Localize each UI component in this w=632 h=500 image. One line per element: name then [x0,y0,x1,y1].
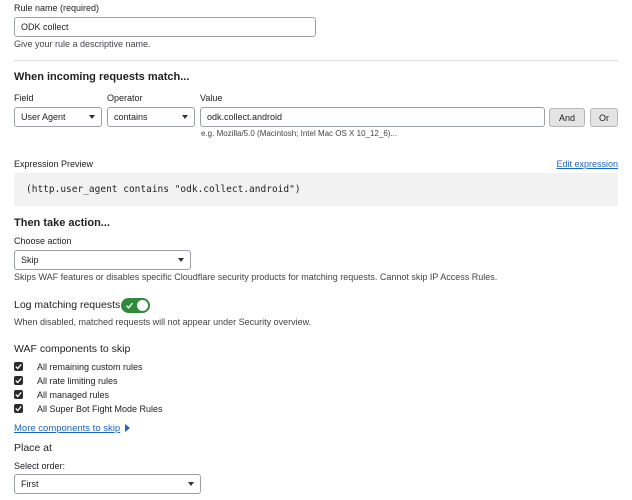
field-label: Field [14,93,34,103]
toggle-knob [137,300,148,311]
check-icon [15,391,22,398]
expression-preview-label: Expression Preview [14,159,94,169]
operator-label: Operator [107,93,143,103]
action-heading: Then take action... [14,217,110,229]
place-at-heading: Place at [14,442,52,454]
checkbox-bot-fight-label: All Super Bot Fight Mode Rules [37,404,163,414]
match-heading: When incoming requests match... [14,71,190,83]
rule-name-help: Give your rule a descriptive name. [14,39,151,49]
edit-expression-link[interactable]: Edit expression [556,159,618,169]
log-matching-label: Log matching requests [14,299,121,311]
chevron-down-icon [182,115,188,119]
rule-name-label: Rule name (required) [14,3,100,13]
or-button[interactable]: Or [590,108,618,127]
value-input[interactable]: odk.collect.android [200,107,545,127]
check-icon [126,302,134,309]
checkbox-custom-rules-label: All remaining custom rules [37,362,143,372]
check-icon [15,377,22,384]
order-select-value: First [21,479,39,489]
checkbox-managed-rules[interactable] [14,390,23,399]
operator-select-value: contains [114,112,148,122]
order-select[interactable]: First [14,474,201,494]
more-components-label: More components to skip [14,423,121,434]
action-select-value: Skip [21,255,39,265]
checkbox-bot-fight[interactable] [14,404,23,413]
check-icon [15,405,22,412]
select-order-label: Select order: [14,461,66,471]
check-icon [15,363,22,370]
expression-preview-box: (http.user_agent contains "odk.collect.a… [14,173,618,206]
more-components-link[interactable]: More components to skip [14,423,130,434]
action-select[interactable]: Skip [14,250,191,270]
rule-name-value: ODK collect [21,22,69,32]
checkbox-rate-limiting-label: All rate limiting rules [37,376,118,386]
checkbox-managed-rules-label: All managed rules [37,390,110,400]
log-matching-help: When disabled, matched requests will not… [14,317,312,327]
section-divider [14,60,618,61]
checkbox-custom-rules[interactable] [14,362,23,371]
expression-code: (http.user_agent contains "odk.collect.a… [26,184,301,195]
value-label: Value [200,93,223,103]
chevron-right-icon [124,424,130,432]
chevron-down-icon [188,482,194,486]
value-example: e.g. Mozilla/5.0 (Macintosh; Intel Mac O… [201,129,398,138]
operator-select[interactable]: contains [107,107,195,127]
field-select-value: User Agent [21,112,66,122]
chevron-down-icon [178,258,184,262]
waf-heading: WAF components to skip [14,343,131,355]
action-help: Skips WAF features or disables specific … [14,272,498,282]
and-button[interactable]: And [549,108,585,127]
log-matching-toggle[interactable] [121,298,150,313]
field-select[interactable]: User Agent [14,107,102,127]
value-input-value: odk.collect.android [207,112,283,122]
rule-name-input[interactable]: ODK collect [14,17,316,37]
checkbox-rate-limiting[interactable] [14,376,23,385]
chevron-down-icon [89,115,95,119]
choose-action-label: Choose action [14,236,72,246]
